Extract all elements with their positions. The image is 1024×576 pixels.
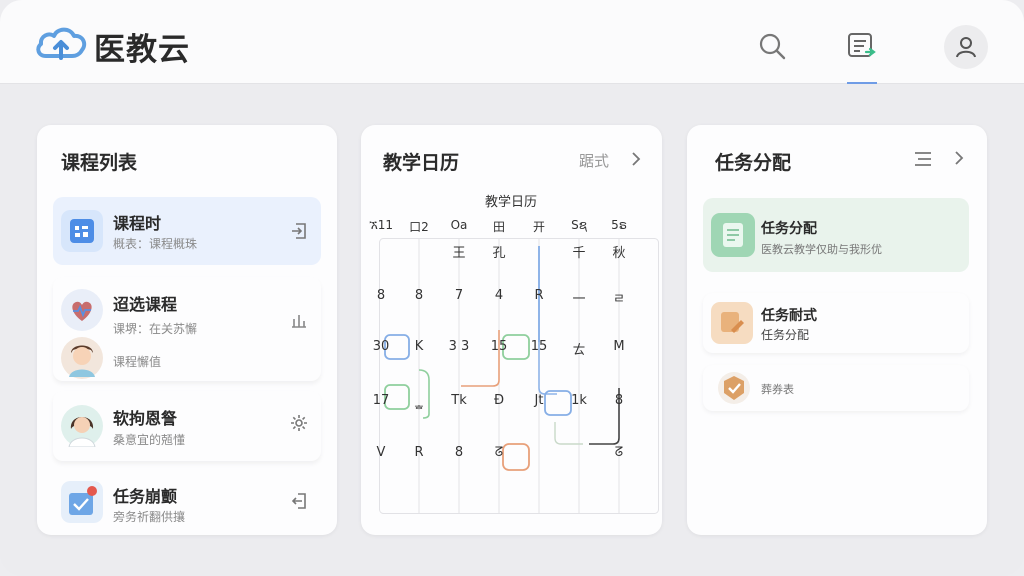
weekday-label: 开 [532, 220, 545, 234]
course-item-title: 任务崩颤 [113, 487, 178, 506]
chart-icon[interactable] [289, 311, 309, 331]
course-item-subtitle: 桑意宜的兡懂 [113, 433, 186, 447]
calendar-day[interactable]: R [521, 288, 557, 303]
calendar-day[interactable]: ᘔ [481, 445, 517, 460]
weekday-label: ኧ11 [368, 218, 394, 232]
calendar-day[interactable]: 一 [561, 288, 597, 307]
calendar-grid-title: 教学日历 [484, 195, 537, 210]
task-item-title: 任务耐式 [761, 308, 817, 324]
calendar-title: 教学日历 [383, 152, 460, 174]
gear-icon[interactable] [289, 413, 309, 433]
exit-icon[interactable] [289, 491, 309, 511]
user-icon [956, 37, 976, 58]
calendar-day[interactable]: 8 [441, 445, 477, 460]
task-icon[interactable] [846, 30, 880, 62]
task-card-title: 任务分配 [715, 152, 792, 174]
calendar-day[interactable]: ㄹ [601, 288, 637, 307]
task-item-3[interactable]: 葬券表 [703, 365, 969, 411]
course-grid-icon [61, 210, 103, 252]
course-item-4[interactable]: 任务崩颤 旁务祈翻供攘 [53, 471, 321, 533]
calendar-day[interactable]: 8 [601, 393, 637, 408]
weekday-label: Sຊ [571, 218, 587, 232]
user-avatar-button[interactable] [944, 25, 988, 69]
edit-icon [711, 302, 753, 344]
weekday-label: 田 [492, 220, 505, 234]
calendar-day[interactable]: 8 [363, 288, 399, 303]
calendar-day[interactable]: 秋 [601, 242, 637, 261]
calendar-day[interactable]: 15 [481, 339, 517, 354]
calendar-card: 教学日历 踞式 教学日历 ኧ11 口2 Oa 田 开 Sຊ 5ຣ 王 孔 千 秋 … [361, 125, 662, 535]
chevron-right-icon[interactable] [629, 151, 643, 167]
badge-icon [718, 372, 750, 404]
task-item-title: 任务分配 [761, 221, 817, 237]
calendar-day[interactable]: 4 [481, 288, 517, 303]
course-item-detail: 课程懈值 [113, 355, 162, 369]
calendar-day[interactable]: ㄊ [561, 339, 597, 358]
course-item-subtitle: 旁务祈翻供攘 [113, 510, 186, 524]
chevron-right-icon[interactable] [952, 150, 966, 166]
course-item-3[interactable]: 软拘恩詧 桑意宜的兡懂 [53, 391, 321, 461]
task-item-subtitle: 任务分配 [761, 328, 810, 342]
course-list-card: 课程列表 课程时 概表：课程概珠 迢选课程 课堺：在关苏懈 课程懈值 软拘恩詧 … [37, 125, 337, 535]
active-tab-indicator [847, 82, 877, 84]
task-item-subtitle: 医教云教学仅助与我形优 [761, 243, 882, 256]
calendar-day[interactable]: 千 [561, 242, 597, 261]
calendar-day[interactable]: 1k [561, 393, 597, 408]
calendar-day[interactable]: 孔 [481, 242, 517, 261]
task-item-2[interactable]: 任务耐式 任务分配 [703, 293, 969, 353]
doc-icon [711, 213, 755, 257]
calendar-grid [379, 238, 659, 514]
search-icon[interactable] [756, 30, 788, 62]
doctor-icon [61, 405, 103, 447]
enter-icon[interactable] [289, 221, 309, 241]
calendar-day[interactable]: 王 [441, 242, 477, 261]
app-title: 医教云 [94, 32, 190, 68]
course-list-title: 课程列表 [61, 152, 138, 174]
menu-icon[interactable] [913, 150, 933, 168]
weekday-label: 口2 [409, 220, 429, 234]
calendar-day[interactable]: 30 [363, 339, 399, 354]
calendar-day[interactable]: R [401, 445, 437, 460]
weekday-label: 5ຣ [611, 218, 627, 232]
cloud-logo-icon [36, 27, 87, 60]
doctor-avatar-icon [61, 337, 103, 379]
calendar-day[interactable]: 3 3 [441, 339, 477, 354]
calendar-day[interactable]: Ð [481, 393, 517, 408]
course-item-subtitle: 概表：课程概珠 [113, 237, 198, 251]
calendar-day[interactable]: V [363, 445, 399, 460]
heart-icon [61, 289, 103, 331]
calendar-day[interactable]: 7 [441, 288, 477, 303]
calendar-day[interactable]: 15 [521, 339, 557, 354]
task-edit-icon [61, 481, 103, 523]
calendar-day[interactable]: M [601, 339, 637, 354]
calendar-day[interactable]: ᇂ [401, 393, 437, 412]
app-window: 医教云 课程列表 课程时 概表：课程概珠 迢选课程 课堺：在关苏懈 课程懈值 软… [0, 0, 1024, 576]
top-bar: 医教云 [0, 0, 1024, 84]
course-item-subtitle: 课堺：在关苏懈 [113, 322, 198, 336]
calendar-day[interactable]: 17 [363, 393, 399, 408]
task-item-subtitle: 葬券表 [761, 383, 794, 396]
calendar-day[interactable]: K [401, 339, 437, 354]
weekday-label: Oa [450, 218, 468, 232]
course-item-1[interactable]: 课程时 概表：课程概珠 [53, 197, 321, 265]
course-item-title: 软拘恩詧 [113, 409, 178, 428]
calendar-day[interactable]: 8 [401, 288, 437, 303]
task-card: 任务分配 任务分配 医教云教学仅助与我形优 任务耐式 任务分配 葬券表 [687, 125, 987, 535]
calendar-day[interactable]: Tk [441, 393, 477, 408]
course-item-2[interactable]: 迢选课程 课堺：在关苏懈 课程懈值 [53, 277, 321, 381]
calendar-day[interactable]: ᘔ [601, 445, 637, 460]
course-item-title: 课程时 [113, 214, 162, 233]
calendar-day[interactable]: Jt [521, 393, 557, 408]
course-item-title: 迢选课程 [113, 295, 178, 314]
calendar-mode-label[interactable]: 踞式 [579, 150, 609, 171]
task-item-1[interactable]: 任务分配 医教云教学仅助与我形优 [703, 198, 969, 272]
